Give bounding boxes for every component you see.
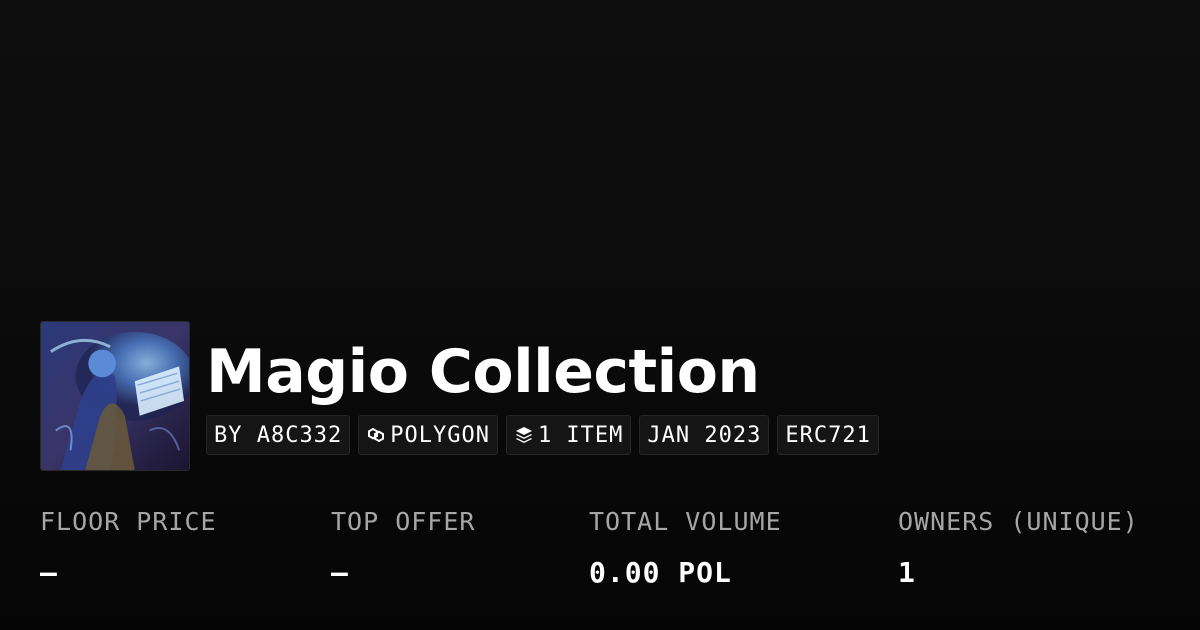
creator-label: BY A8C332 (214, 422, 343, 448)
date-tag: JAN 2023 (639, 415, 770, 455)
token-standard-label: ERC721 (785, 422, 871, 448)
chain-label: POLYGON (390, 422, 490, 448)
total-volume-stat: TOTAL VOLUME 0.00 POL (589, 506, 782, 591)
top-offer-stat: TOP OFFER – (331, 506, 475, 591)
chain-tag[interactable]: POLYGON (358, 415, 498, 455)
top-offer-label: TOP OFFER (331, 507, 476, 536)
items-tag[interactable]: 1 ITEM (505, 415, 632, 455)
standard-tag: ERC721 (777, 415, 879, 455)
creator-tag[interactable]: BY A8C332 (206, 415, 351, 455)
created-date-label: JAN 2023 (647, 422, 762, 448)
total-volume-value: 0.00 POL (589, 556, 732, 589)
total-volume-label: TOTAL VOLUME (589, 507, 782, 536)
polygon-link-icon (366, 425, 386, 445)
owners-stat: OWNERS (UNIQUE) 1 (898, 506, 1139, 591)
floor-price-value: – (40, 556, 58, 589)
floor-price-stat: FLOOR PRICE – (40, 506, 217, 591)
collection-artwork-image (41, 322, 189, 470)
top-offer-value: – (331, 556, 349, 589)
collection-avatar (40, 321, 190, 471)
collection-title: Magio Collection (206, 337, 760, 407)
owners-value: 1 (898, 556, 916, 589)
owners-label: OWNERS (UNIQUE) (898, 507, 1139, 536)
layers-icon (514, 425, 534, 445)
collection-tags: BY A8C332 POLYGON 1 ITEM JAN 2023 ERC721 (206, 415, 879, 455)
items-count-label: 1 ITEM (537, 422, 624, 448)
floor-price-label: FLOOR PRICE (40, 507, 217, 536)
